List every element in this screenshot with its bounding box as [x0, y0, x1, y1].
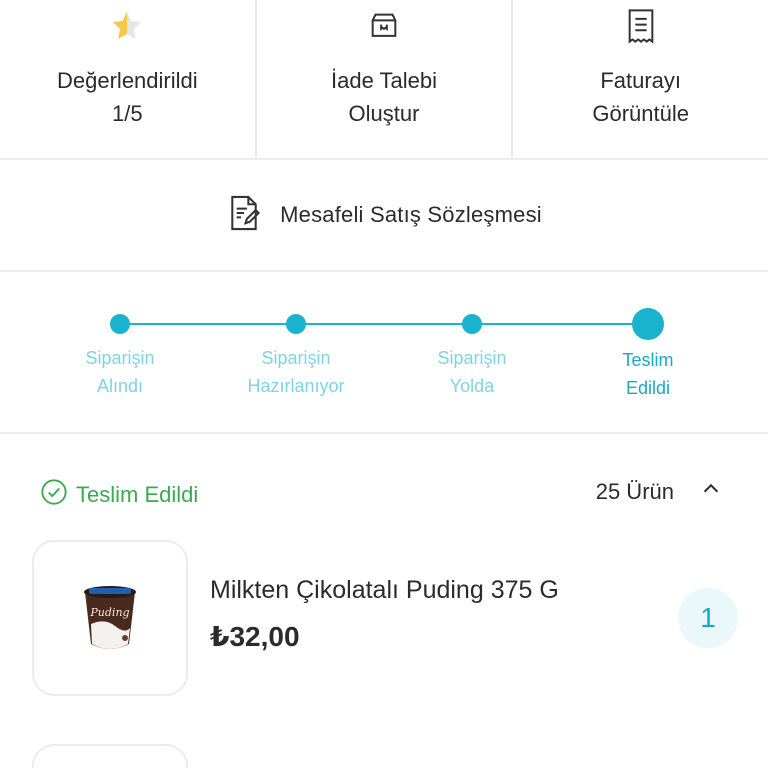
return-request-label: İade Talebi Oluştur — [331, 68, 438, 126]
next-product-image[interactable] — [32, 744, 188, 768]
step-label-delivered: Teslim Edildi — [622, 350, 674, 398]
delivery-status: Teslim Edildi — [40, 478, 198, 511]
progress-line — [120, 323, 648, 325]
quantity-badge: 1 — [678, 588, 738, 648]
order-actions: Değerlendirildi 1/5 İade Talebi Oluştur … — [0, 0, 768, 160]
items-collapse-toggle[interactable]: 25 Ürün — [596, 478, 722, 505]
sales-contract-link[interactable]: Mesafeli Satış Sözleşmesi — [0, 160, 768, 272]
delivery-status-header: Teslim Edildi 25 Ürün — [0, 434, 768, 546]
sales-contract-label: Mesafeli Satış Sözleşmesi — [280, 202, 542, 227]
order-item[interactable]: Puding Milkten Çikolatalı Puding 375 G ₺… — [32, 540, 740, 696]
rating-label: Değerlendirildi 1/5 — [57, 68, 198, 126]
svg-text:Puding: Puding — [89, 606, 129, 619]
step-dot-received — [110, 314, 130, 334]
rating-action[interactable]: Değerlendirildi 1/5 — [0, 0, 257, 158]
view-invoice-action[interactable]: Faturayı Görüntüle — [513, 0, 768, 158]
step-label-received: Siparişin Alındı — [85, 348, 155, 396]
step-label-preparing: Siparişin Hazırlanıyor — [247, 348, 345, 396]
check-circle-icon — [40, 478, 68, 511]
order-progress-tracker: Siparişin Alındı Siparişin Hazırlanıyor Si… — [0, 272, 768, 434]
item-count: 25 Ürün — [595, 478, 674, 504]
step-dot-on-the-way — [462, 314, 482, 334]
product-image: Puding — [32, 540, 188, 696]
step-dot-delivered — [632, 308, 664, 340]
step-dot-preparing — [286, 314, 306, 334]
document-edit-icon — [226, 194, 262, 237]
product-name: Milkten Çikolatalı Puding 375 G — [210, 576, 559, 604]
delivery-status-label: Teslim Edildi — [76, 481, 199, 507]
invoice-icon — [621, 6, 661, 46]
star-half-icon — [107, 6, 147, 46]
chevron-up-icon — [700, 478, 722, 505]
product-price: ₺32,00 — [210, 621, 300, 652]
return-box-icon — [364, 6, 404, 46]
step-label-on-the-way: Siparişin Yolda — [437, 348, 507, 396]
view-invoice-label: Faturayı Görüntüle — [592, 68, 689, 126]
return-request-action[interactable]: İade Talebi Oluştur — [257, 0, 514, 158]
